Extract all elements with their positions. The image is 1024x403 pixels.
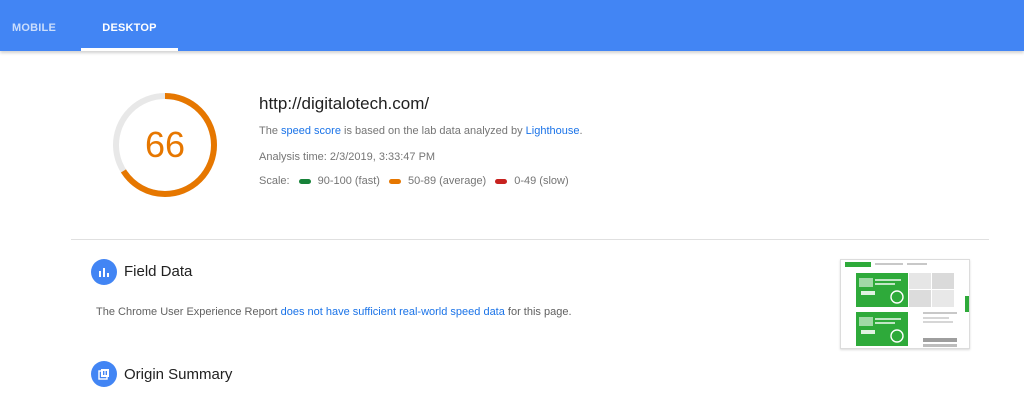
field-data-message: The Chrome User Experience Report does n… <box>96 306 572 318</box>
score-scale-legend: Scale: 90-100 (fast) 50-89 (average) 0-4… <box>259 175 569 187</box>
score-description: The speed score is based on the lab data… <box>259 125 583 137</box>
scale-slow: 0-49 (slow) <box>514 175 569 187</box>
section-divider <box>71 239 989 240</box>
desc-suffix: . <box>579 125 583 137</box>
field-data-suffix: for this page. <box>504 306 572 318</box>
field-data-title[interactable]: Field Data <box>124 263 192 280</box>
page-screenshot-thumbnail <box>840 259 970 349</box>
desc-middle: is based on the lab data analyzed by <box>340 125 526 137</box>
performance-score: 66 <box>144 124 186 165</box>
desc-prefix: The <box>259 125 282 137</box>
analyzed-url: http://digitalotech.com/ <box>259 94 430 113</box>
average-swatch-icon <box>388 178 401 184</box>
thumbnail-image <box>841 260 969 348</box>
slow-swatch-icon <box>495 178 508 184</box>
speed-score-link[interactable]: speed score <box>281 125 341 137</box>
tab-mobile[interactable]: MOBILE <box>12 0 56 51</box>
origin-summary-icon <box>91 361 117 387</box>
bar-chart-icon <box>91 259 117 285</box>
top-tab-bar: MOBILE DESKTOP <box>0 0 1024 51</box>
active-tab-indicator <box>81 48 178 51</box>
scale-average: 50-89 (average) <box>407 175 487 187</box>
tab-desktop[interactable]: DESKTOP <box>81 0 178 51</box>
score-gauge: 66 <box>110 90 220 200</box>
insufficient-data-link[interactable]: does not have sufficient real-world spee… <box>281 306 505 318</box>
fast-swatch-icon <box>298 178 311 184</box>
scale-fast: 90-100 (fast) <box>317 175 380 187</box>
field-data-prefix: The Chrome User Experience Report <box>96 306 281 318</box>
lighthouse-link[interactable]: Lighthouse <box>526 125 580 137</box>
analysis-time: Analysis time: 2/3/2019, 3:33:47 PM <box>259 151 436 163</box>
scale-label: Scale: <box>259 175 290 187</box>
origin-summary-title[interactable]: Origin Summary <box>124 366 232 383</box>
